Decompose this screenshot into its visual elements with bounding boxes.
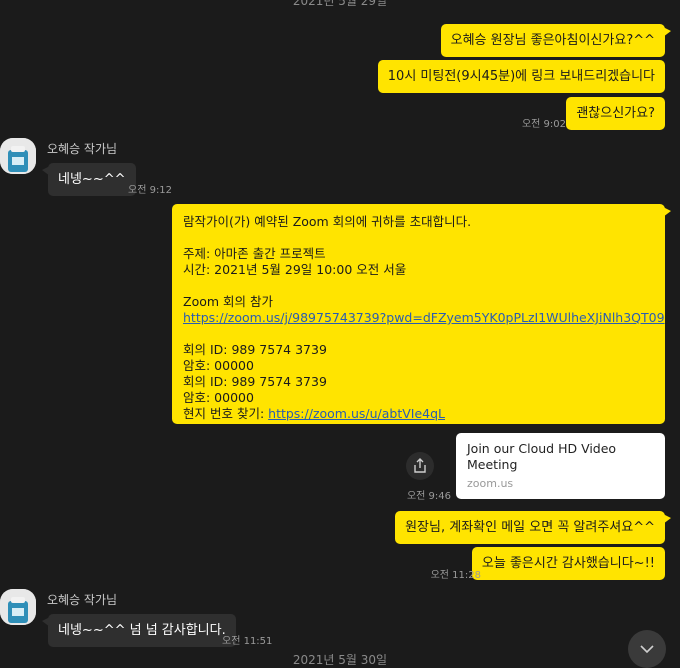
invite-line: Zoom 회의 참가 [183, 294, 273, 309]
invite-line: 암호: 00000 [183, 390, 254, 405]
date-divider-top: 2021년 5월 29일 [292, 0, 388, 8]
message-time: 오전 11:51 [222, 636, 273, 647]
message-bubble[interactable]: 괜찮으신가요? [566, 97, 665, 130]
local-number-link[interactable]: https://zoom.us/u/abtVIe4qL [268, 406, 445, 421]
message-bubble[interactable]: 오혜승 원장님 좋은아침이신가요?^^ [440, 24, 672, 57]
message-time: 오전 9:02 [521, 119, 566, 130]
invite-line: 주제: 아마존 출간 프로젝트 [183, 246, 326, 261]
share-button[interactable] [406, 452, 434, 480]
message-time: 오전 9:46 [406, 491, 451, 502]
invite-line: 시간: 2021년 5월 29일 10:00 오전 서울 [183, 262, 407, 277]
link-preview-card[interactable]: Join our Cloud HD Video Meeting zoom.us [456, 433, 665, 499]
avatar-image [0, 138, 36, 174]
message-bubble[interactable]: 10시 미팅전(9시45분)에 링크 보내드리겠습니다 [377, 60, 665, 93]
avatar[interactable] [0, 138, 36, 174]
sender-name: 오혜승 작가님 [47, 142, 118, 156]
message-bubble[interactable]: 네넹~~^^ [42, 163, 136, 196]
invite-line: 회의 ID: 989 7574 3739 [183, 342, 327, 357]
share-icon [414, 458, 426, 473]
link-preview-domain: zoom.us [467, 477, 514, 490]
chevron-down-icon [640, 645, 654, 654]
avatar-image [0, 589, 36, 625]
zoom-invite-bubble[interactable]: 람작가이(가) 예약된 Zoom 회의에 귀하를 초대합니다. 주제: 아마존 … [172, 204, 671, 424]
message-time: 오전 11:28 [430, 570, 481, 581]
zoom-meeting-link[interactable]: https://zoom.us/j/98975743739?pwd=dFZyem… [183, 310, 665, 325]
message-bubble[interactable]: 오늘 좋은시간 감사했습니다~!! [471, 547, 665, 580]
invite-line: 회의 ID: 989 7574 3739 [183, 374, 327, 389]
date-divider-bottom: 2021년 5월 30일 [292, 653, 388, 667]
sender-name: 오혜승 작가님 [47, 593, 118, 607]
invite-line: 암호: 00000 [183, 358, 254, 373]
message-bubble[interactable]: 원장님, 계좌확인 메일 오면 꼭 알려주셔요^^ [395, 511, 671, 544]
invite-line: 현지 번호 찾기: [183, 406, 269, 421]
invite-line: 람작가이(가) 예약된 Zoom 회의에 귀하를 초대합니다. [183, 214, 472, 229]
message-bubble[interactable]: 네넹~~^^ 넘 넘 감사합니다. [42, 614, 236, 647]
avatar[interactable] [0, 589, 36, 625]
scroll-to-bottom-button[interactable] [628, 630, 666, 668]
message-time: 오전 9:12 [128, 185, 173, 196]
link-preview-title: Join our Cloud HD Video Meeting [467, 441, 617, 472]
